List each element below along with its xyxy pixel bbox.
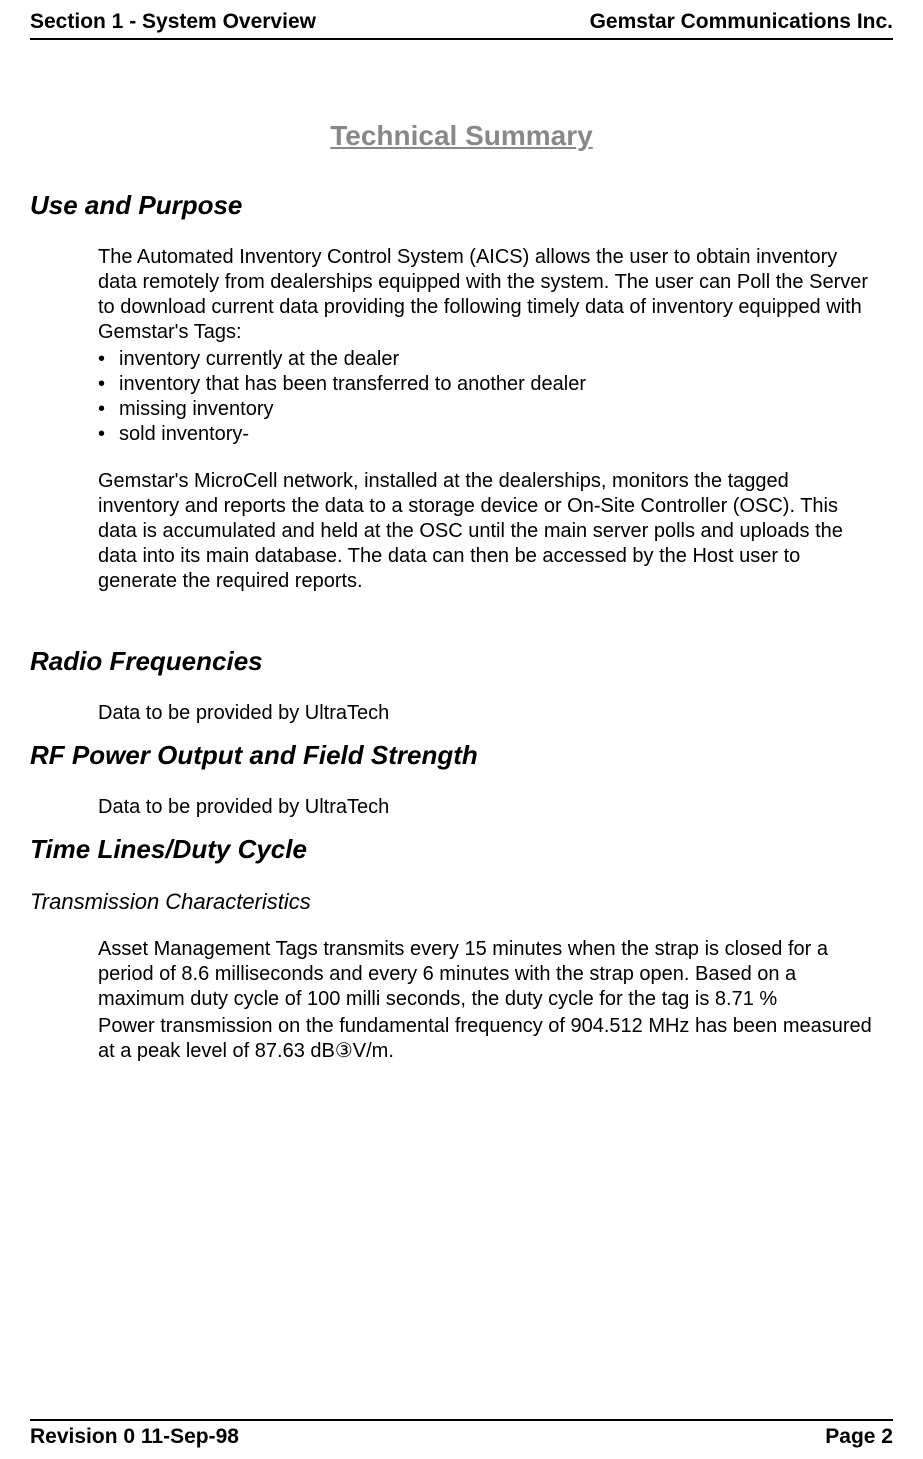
bullet-text: inventory currently at the dealer — [119, 347, 399, 372]
list-item: inventory currently at the dealer — [98, 347, 893, 372]
radio-frequencies-body: Data to be provided by UltraTech — [98, 701, 873, 726]
list-item: sold inventory- — [98, 422, 893, 447]
bullet-text: sold inventory- — [119, 422, 249, 447]
page-content: Technical Summary Use and Purpose The Au… — [30, 120, 893, 1419]
heading-time-lines: Time Lines/Duty Cycle — [30, 834, 893, 865]
bullet-text: inventory that has been transferred to a… — [119, 372, 586, 397]
header-left: Section 1 - System Overview — [30, 10, 316, 34]
list-item: inventory that has been transferred to a… — [98, 372, 893, 397]
use-purpose-para2: Gemstar's MicroCell network, installed a… — [98, 469, 873, 594]
header-right: Gemstar Communications Inc. — [590, 10, 893, 34]
time-lines-para1: Asset Management Tags transmits every 15… — [98, 937, 873, 1012]
bullet-text: missing inventory — [119, 397, 274, 422]
list-item: missing inventory — [98, 397, 893, 422]
page-footer: Revision 0 11-Sep-98 Page 2 — [30, 1419, 893, 1449]
footer-left: Revision 0 11-Sep-98 — [30, 1425, 239, 1449]
footer-right: Page 2 — [825, 1425, 893, 1449]
heading-rf-power: RF Power Output and Field Strength — [30, 740, 893, 771]
heading-use-and-purpose: Use and Purpose — [30, 190, 893, 221]
rf-power-body: Data to be provided by UltraTech — [98, 795, 873, 820]
heading-radio-frequencies: Radio Frequencies — [30, 646, 893, 677]
use-purpose-intro: The Automated Inventory Control System (… — [98, 245, 873, 345]
use-purpose-bullets: inventory currently at the dealer invent… — [98, 347, 893, 447]
subheading-transmission: Transmission Characteristics — [30, 889, 893, 915]
page-header: Section 1 - System Overview Gemstar Comm… — [30, 10, 893, 40]
time-lines-para2: Power transmission on the fundamental fr… — [98, 1014, 873, 1064]
main-title: Technical Summary — [30, 120, 893, 152]
